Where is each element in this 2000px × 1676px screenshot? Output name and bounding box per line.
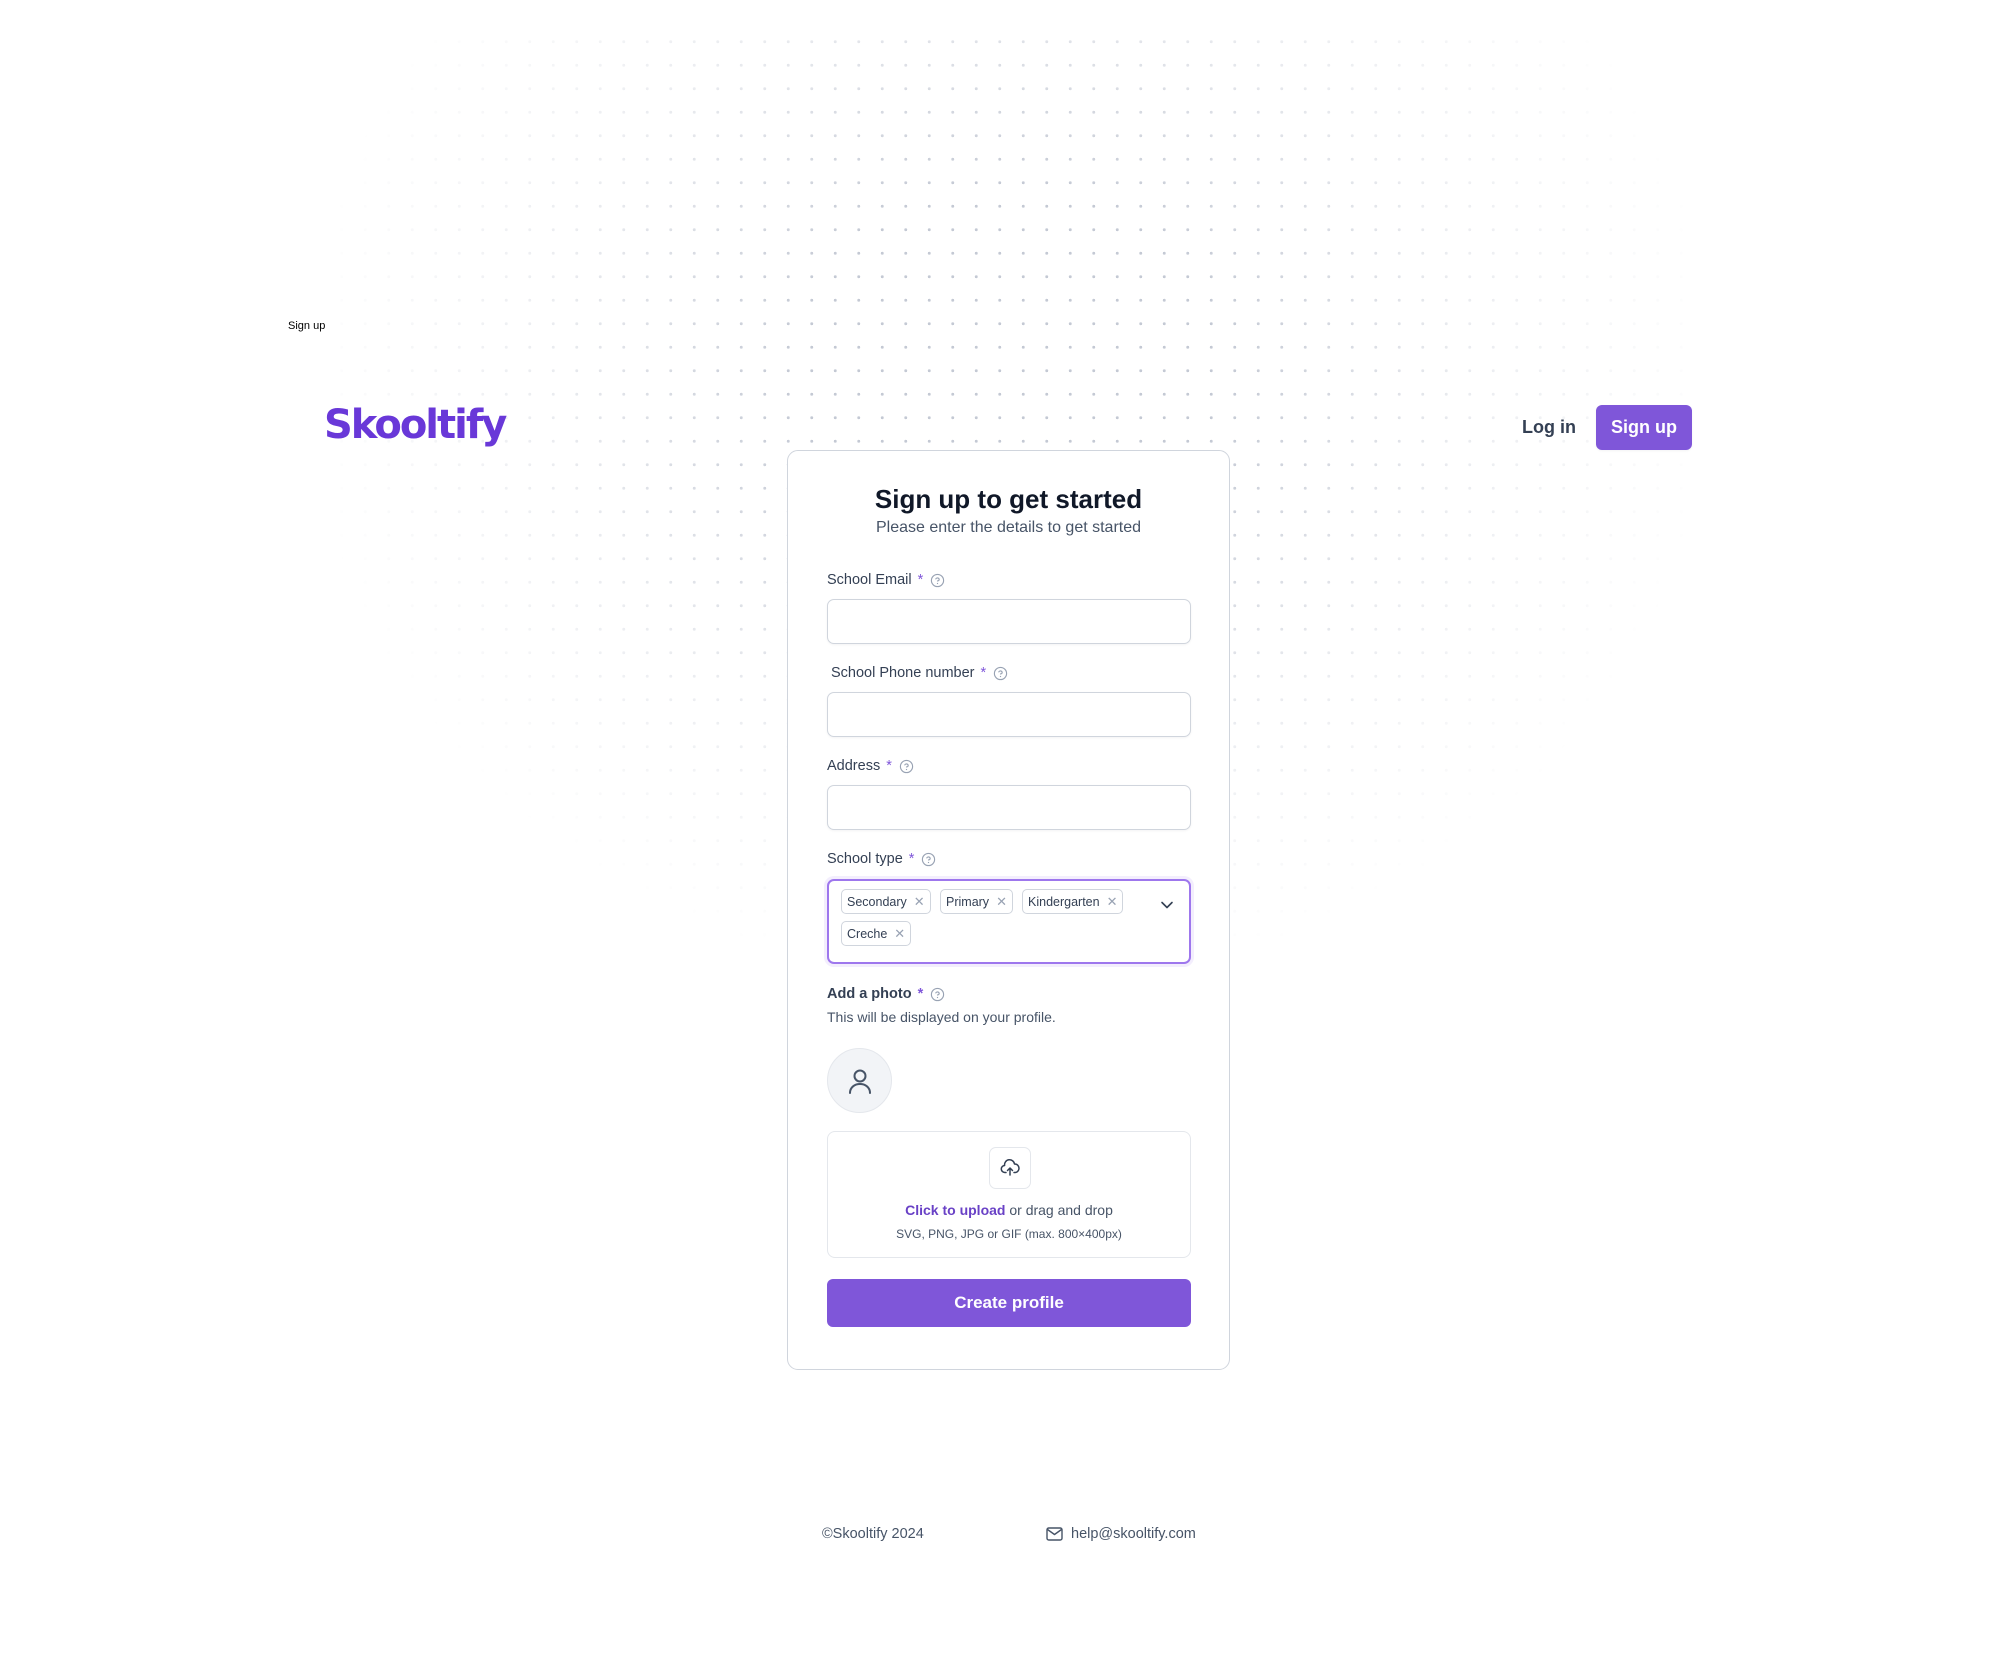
help-circle-icon[interactable] — [993, 666, 1008, 681]
signup-card: Sign up to get started Please enter the … — [787, 450, 1230, 1370]
card-subtitle: Please enter the details to get started — [875, 519, 1142, 536]
school-type-label-text: School type — [827, 851, 903, 867]
chip-label: Primary — [946, 894, 990, 909]
footer-email-text[interactable]: help@skooltify.com — [1071, 1526, 1196, 1542]
add-photo-label-text: Add a photo — [827, 986, 912, 1002]
chevron-down-icon[interactable] — [1157, 895, 1177, 915]
chip-label: Secondary — [847, 894, 907, 909]
help-circle-icon[interactable] — [930, 987, 945, 1002]
add-photo-description: This will be displayed on your profile. — [827, 1009, 1056, 1025]
required-mark: * — [886, 758, 892, 774]
help-circle-icon[interactable] — [899, 759, 914, 774]
signup-button[interactable]: Sign up — [1596, 405, 1692, 450]
click-to-upload-link[interactable]: Click to upload — [905, 1202, 1005, 1218]
help-circle-icon[interactable] — [921, 852, 936, 867]
school-email-input[interactable] — [827, 599, 1191, 644]
upload-dropzone[interactable]: Click to upload or drag and drop SVG, PN… — [827, 1131, 1191, 1258]
school-email-label-text: School Email — [827, 572, 912, 588]
upload-hint: SVG, PNG, JPG or GIF (max. 800×400px) — [896, 1227, 1122, 1241]
close-icon[interactable]: ✕ — [1107, 895, 1118, 908]
add-photo-label: Add a photo * — [827, 986, 945, 1002]
mail-icon — [1046, 1527, 1063, 1541]
help-circle-icon[interactable] — [930, 573, 945, 588]
school-email-label: School Email * — [827, 572, 945, 588]
close-icon[interactable]: ✕ — [894, 927, 905, 940]
upload-instructions: Click to upload or drag and drop — [828, 1202, 1190, 1218]
school-type-label: School type * — [827, 851, 936, 867]
chip-secondary: Secondary ✕ — [841, 889, 931, 914]
chip-primary: Primary ✕ — [940, 889, 1013, 914]
card-title: Sign up to get started — [874, 484, 1143, 514]
address-input[interactable] — [827, 785, 1191, 830]
chip-kindergarten: Kindergarten ✕ — [1022, 889, 1124, 914]
avatar[interactable] — [827, 1048, 892, 1113]
chip-label: Creche — [847, 926, 888, 941]
school-phone-label: School Phone number * — [831, 665, 1008, 681]
required-mark: * — [908, 851, 915, 867]
chip-label: Kindergarten — [1028, 894, 1100, 909]
brand-logo[interactable]: Skooltify — [324, 402, 507, 448]
required-mark: * — [917, 572, 924, 588]
footer-copyright: ©Skooltify 2024 — [822, 1526, 924, 1542]
required-mark: * — [917, 986, 924, 1002]
upload-rest-text: or drag and drop — [1005, 1202, 1113, 1218]
login-link[interactable]: Log in — [1494, 412, 1604, 442]
cloud-upload-icon — [1000, 1159, 1020, 1176]
page-tag: Sign up — [288, 320, 326, 332]
upload-icon-container — [989, 1147, 1031, 1189]
close-icon[interactable]: ✕ — [996, 895, 1007, 908]
chip-creche: Creche ✕ — [841, 921, 912, 946]
school-type-multiselect[interactable]: Secondary ✕ Primary ✕ Kindergarten ✕ Cre… — [827, 879, 1191, 964]
address-label-text: Address — [827, 758, 881, 774]
close-icon[interactable]: ✕ — [914, 895, 925, 908]
school-phone-label-text: School Phone number — [831, 665, 975, 681]
create-profile-button[interactable]: Create profile — [827, 1279, 1191, 1327]
address-label: Address * — [827, 758, 914, 774]
school-phone-input[interactable] — [827, 692, 1191, 737]
footer-email[interactable]: help@skooltify.com — [1046, 1526, 1196, 1542]
user-icon — [848, 1069, 871, 1094]
required-mark: * — [980, 665, 987, 681]
